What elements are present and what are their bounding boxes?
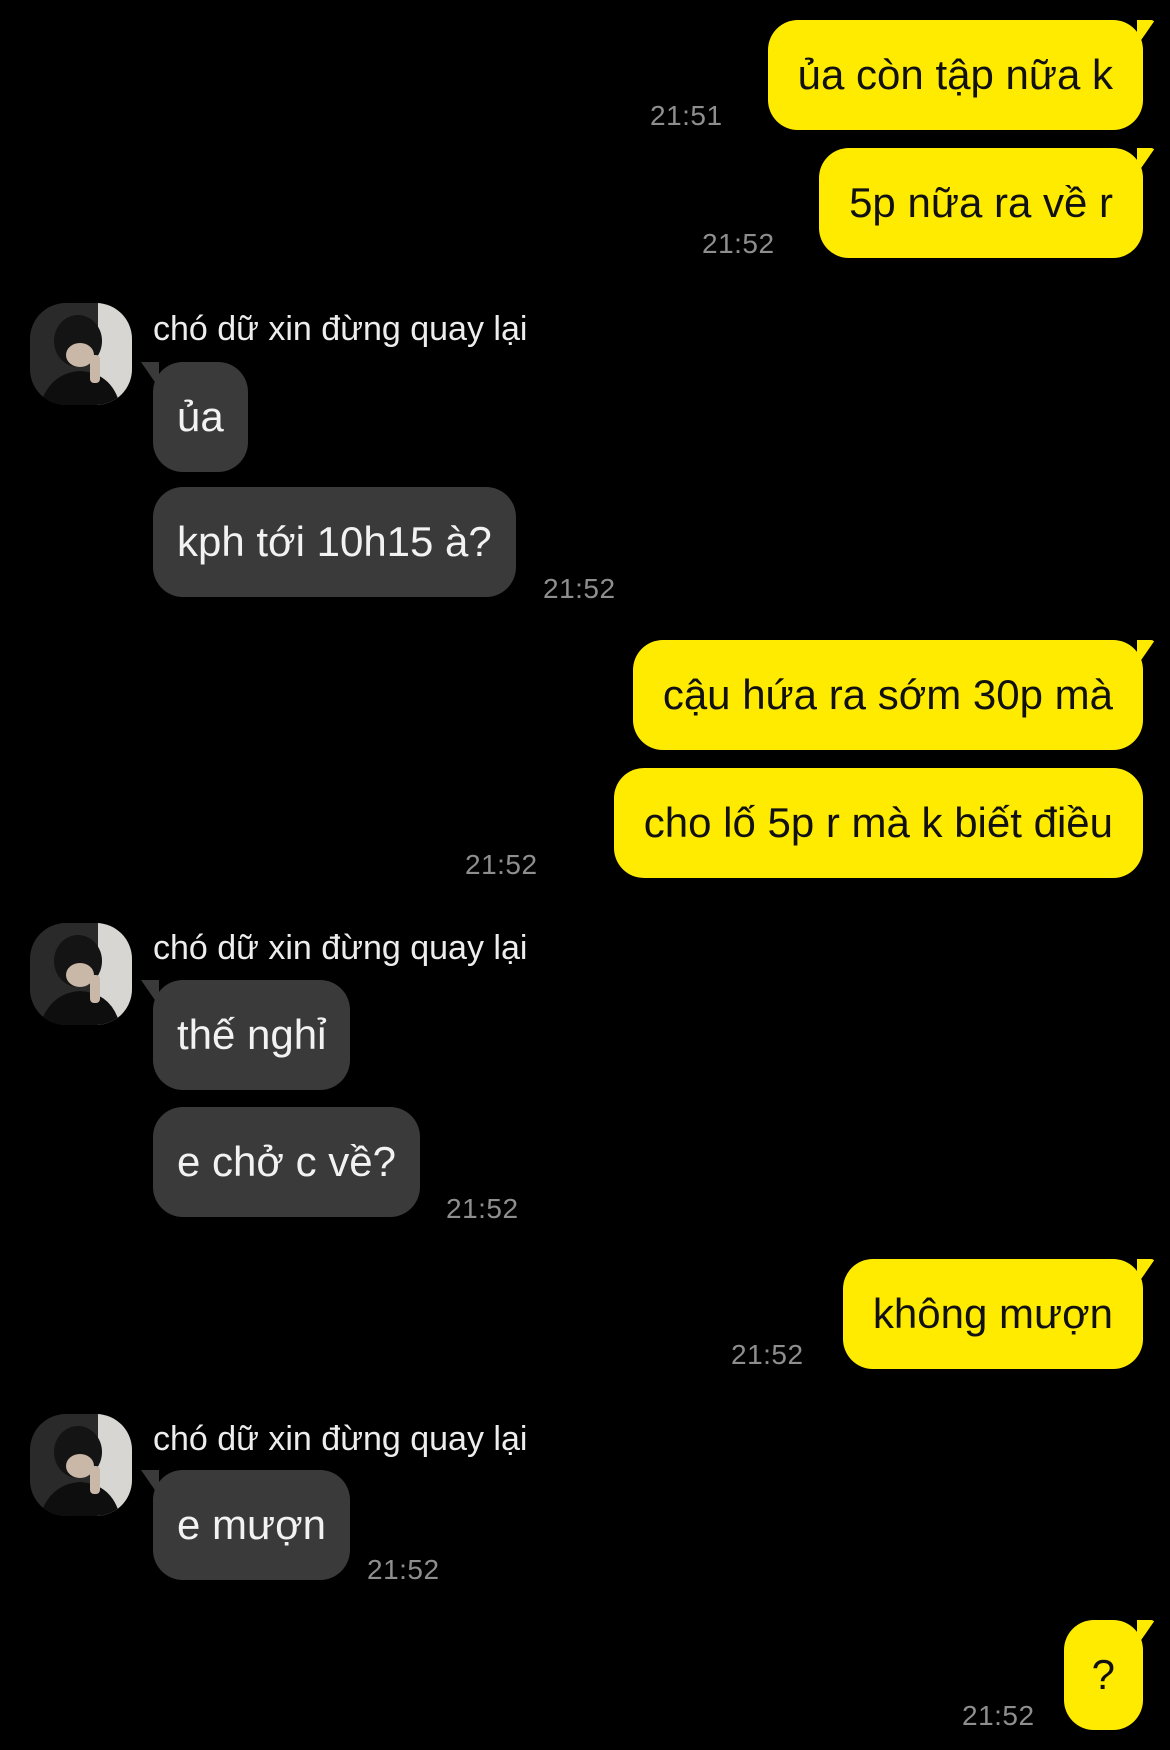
message-text: ủa <box>177 393 224 440</box>
message-timestamp: 21:52 <box>962 1700 1035 1731</box>
bubble-tail <box>141 980 159 1006</box>
message-text: thế nghỉ <box>177 1011 327 1058</box>
incoming-message-bubble[interactable]: kph tới 10h15 à? <box>153 487 516 597</box>
message-timestamp: 21:52 <box>367 1554 440 1585</box>
incoming-message-bubble[interactable]: ủa <box>141 362 248 472</box>
bubble-tail <box>141 1470 159 1496</box>
message-timestamp: 21:52 <box>702 228 775 259</box>
message-text: 5p nữa ra về r <box>849 179 1113 226</box>
contact-avatar[interactable] <box>30 923 132 1025</box>
avatar-photo-icon <box>30 923 132 1025</box>
outgoing-message-bubble[interactable]: cậu hứa ra sớm 30p mà <box>632 640 1155 750</box>
avatar-photo-icon <box>30 1414 132 1516</box>
message-text: ủa còn tập nữa k <box>797 51 1113 98</box>
contact-avatar[interactable] <box>30 303 132 405</box>
bubble-tail <box>1137 148 1155 174</box>
contact-avatar[interactable] <box>30 1414 132 1516</box>
incoming-message-bubble[interactable]: thế nghỉ <box>141 980 351 1090</box>
message-timestamp: 21:52 <box>731 1339 804 1370</box>
message-text: cậu hứa ra sớm 30p mà <box>662 671 1113 718</box>
outgoing-message-bubble[interactable]: 5p nữa ra về r <box>819 148 1155 258</box>
avatar-photo-icon <box>30 303 132 405</box>
bubble-tail <box>1137 640 1155 666</box>
message-text: ? <box>1091 1651 1115 1698</box>
message-timestamp: 21:52 <box>446 1193 519 1224</box>
message-text: kph tới 10h15 à? <box>177 518 492 565</box>
message-text: e mượn <box>177 1501 327 1548</box>
message-text: cho lố 5p r mà k biết điều <box>643 799 1113 846</box>
bubble-tail <box>1137 1259 1155 1285</box>
message-timestamp: 21:51 <box>650 100 723 131</box>
chat-view[interactable]: ủa còn tập nữa k 21:51 5p nữa ra về r 21… <box>0 0 1170 1750</box>
outgoing-message-bubble[interactable]: ? <box>1063 1620 1155 1730</box>
sender-name: chó dữ xin đừng quay lại <box>153 929 528 967</box>
sender-name: chó dữ xin đừng quay lại <box>153 310 528 348</box>
message-timestamp: 21:52 <box>543 573 616 604</box>
bubble-tail <box>1137 20 1155 46</box>
outgoing-message-bubble[interactable]: cho lố 5p r mà k biết điều <box>613 768 1143 878</box>
outgoing-message-bubble[interactable]: không mượn <box>842 1259 1155 1369</box>
message-timestamp: 21:52 <box>465 849 538 880</box>
bubble-tail <box>141 362 159 388</box>
message-text: e chở c về? <box>177 1138 396 1185</box>
incoming-message-bubble[interactable]: e chở c về? <box>153 1107 420 1217</box>
bubble-tail <box>1137 1620 1155 1646</box>
outgoing-message-bubble[interactable]: ủa còn tập nữa k <box>767 20 1155 130</box>
sender-name: chó dữ xin đừng quay lại <box>153 1420 528 1458</box>
message-text: không mượn <box>872 1290 1113 1337</box>
incoming-message-bubble[interactable]: e mượn <box>141 1470 351 1580</box>
